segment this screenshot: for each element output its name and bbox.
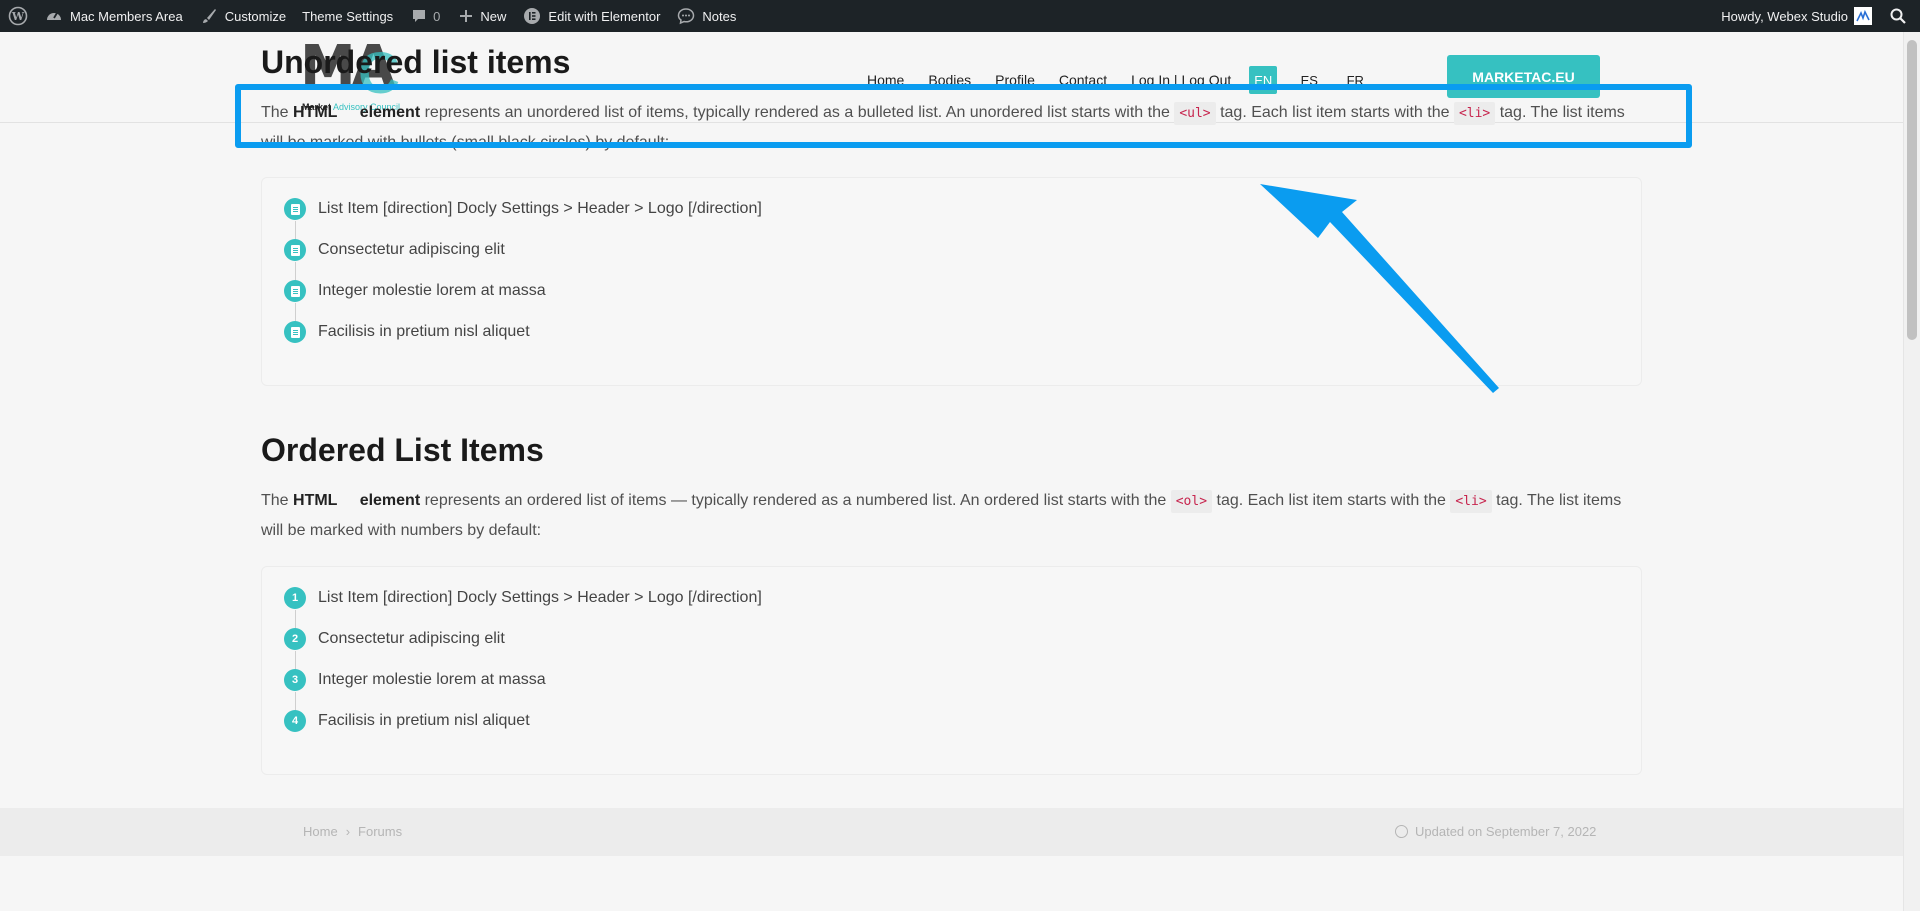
document-bullet-icon (284, 239, 306, 261)
unordered-section-title: Unordered list items (261, 44, 571, 80)
list-item: Facilisis in pretium nisl aliquet (284, 321, 530, 343)
breadcrumb-home-link[interactable]: Home (303, 824, 338, 839)
list-connector (295, 221, 296, 240)
admin-search-button[interactable] (1880, 0, 1920, 32)
ordered-section-title: Ordered List Items (261, 432, 544, 468)
admin-bar-secondary: Howdy, Webex Studio (1713, 0, 1920, 32)
document-bullet-icon (284, 280, 306, 302)
brush-icon (199, 6, 219, 26)
scrollbar-thumb[interactable] (1907, 40, 1917, 340)
breadcrumb-bar (0, 808, 1903, 856)
ol-tag-code: <ol> (1170, 490, 1213, 513)
site-name-menu[interactable]: Mac Members Area (36, 0, 191, 32)
search-icon (1888, 6, 1908, 26)
admin-bar: W Mac Members Area Customize Theme Setti… (0, 0, 1920, 32)
notes-link[interactable]: Notes (668, 0, 744, 32)
howdy-label: Howdy, Webex Studio (1721, 8, 1848, 24)
wordpress-logo-menu[interactable]: W (0, 0, 36, 32)
list-item: Consectetur adipiscing elit (284, 239, 505, 261)
notes-label: Notes (702, 8, 737, 24)
theme-settings-link[interactable]: Theme Settings (294, 0, 401, 32)
list-connector (295, 262, 296, 281)
ordered-description: The HTML element represents an ordered l… (261, 490, 1622, 539)
new-content-menu[interactable]: New (448, 0, 514, 32)
new-label: New (480, 8, 507, 24)
notes-bubble-icon (676, 6, 696, 26)
list-item: 3 Integer molestie lorem at massa (284, 669, 546, 691)
theme-settings-label: Theme Settings (302, 8, 394, 24)
unordered-list-card: List Item [direction] Docly Settings > H… (261, 177, 1642, 386)
customize-link[interactable]: Customize (191, 0, 294, 32)
number-bullet: 1 (284, 587, 306, 609)
plus-icon (456, 6, 476, 26)
comments-link[interactable]: 0 (401, 0, 448, 32)
document-bullet-icon (284, 321, 306, 343)
my-account-menu[interactable]: Howdy, Webex Studio (1713, 0, 1880, 32)
list-connector (295, 692, 296, 711)
list-item: 2 Consectetur adipiscing elit (284, 628, 505, 650)
list-item: 1 List Item [direction] Docly Settings >… (284, 587, 762, 609)
list-item: Integer molestie lorem at massa (284, 280, 546, 302)
svg-text:W: W (11, 10, 25, 23)
annotation-highlight-box (235, 84, 1692, 148)
updated-date: Updated on September 7, 2022 (1395, 824, 1596, 839)
number-bullet: 2 (284, 628, 306, 650)
comments-count: 0 (433, 8, 441, 24)
list-item: 4 Facilisis in pretium nisl aliquet (284, 710, 530, 732)
breadcrumb-forums-link[interactable]: Forums (358, 824, 402, 839)
li-tag-code: <li> (1450, 490, 1492, 513)
avatar (1854, 7, 1872, 25)
page-scrollbar[interactable] (1903, 32, 1920, 911)
breadcrumb: Home › Forums (303, 824, 402, 839)
list-connector (295, 651, 296, 670)
list-item: List Item [direction] Docly Settings > H… (284, 198, 762, 220)
customize-label: Customize (224, 8, 287, 24)
clock-icon (1395, 825, 1408, 838)
site-name-label: Mac Members Area (70, 8, 183, 24)
document-bullet-icon (284, 198, 306, 220)
elementor-icon (522, 6, 542, 26)
ordered-list-card: 1 List Item [direction] Docly Settings >… (261, 566, 1642, 775)
comment-bubble-icon (409, 6, 429, 26)
dashboard-icon (44, 6, 64, 26)
chevron-right-icon: › (345, 824, 351, 839)
edit-with-elementor-link[interactable]: Edit with Elementor (514, 0, 668, 32)
number-bullet: 4 (284, 710, 306, 732)
elementor-label: Edit with Elementor (548, 8, 661, 24)
list-connector (295, 303, 296, 322)
list-connector (295, 610, 296, 629)
number-bullet: 3 (284, 669, 306, 691)
wordpress-icon: W (8, 6, 28, 26)
